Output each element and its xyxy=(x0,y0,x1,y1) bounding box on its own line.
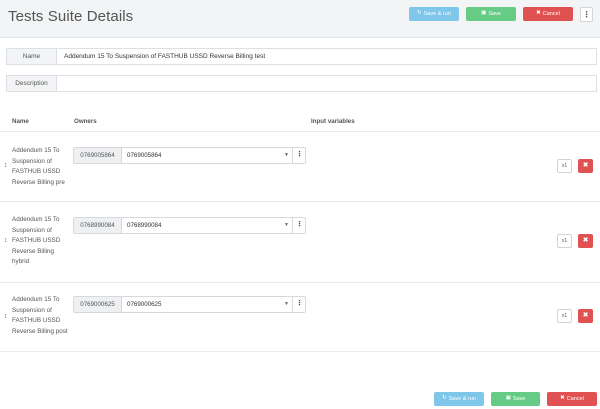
owner-options-button[interactable]: ⋮ xyxy=(292,218,306,233)
row-name: Addendum 15 To Suspension of FASTHUB USS… xyxy=(12,146,74,188)
cancel-button[interactable]: ✖ Cancel xyxy=(523,7,573,21)
column-header-owners: Owners xyxy=(74,118,97,125)
name-input[interactable]: Addendum 15 To Suspension of FASTHUB USS… xyxy=(64,49,265,64)
owner-tag: 0769000625 xyxy=(74,297,122,312)
refresh-icon: ↻ xyxy=(417,10,422,17)
kebab-menu-icon: ⋮ xyxy=(296,151,303,158)
kebab-menu-icon: ⋮ xyxy=(582,10,591,19)
owner-selected-value: 0769000625 xyxy=(127,301,162,308)
drag-handle-icon[interactable]: ↕ xyxy=(4,237,9,244)
close-icon: ✖ xyxy=(560,395,565,402)
table-header-divider xyxy=(0,131,600,132)
owner-tag: 0769005864 xyxy=(74,148,122,163)
row-divider xyxy=(0,201,600,202)
save-and-run-label: Save & run xyxy=(423,11,451,17)
owner-tag: 0768990084 xyxy=(74,218,122,233)
cancel-label: Cancel xyxy=(542,11,560,17)
caret-down-icon[interactable]: ▼ xyxy=(284,148,289,163)
save-and-run-button[interactable]: ↻ Save & run xyxy=(409,7,459,21)
page-title: Tests Suite Details xyxy=(8,8,134,25)
close-icon: ✖ xyxy=(582,237,589,244)
row-name-line: Reverse Billing post xyxy=(12,327,68,335)
multiplier-button[interactable]: x1 xyxy=(557,309,572,323)
row-name-line: Reverse Billing xyxy=(12,247,54,255)
name-field-label: Name xyxy=(7,49,57,64)
caret-down-icon[interactable]: ▼ xyxy=(284,297,289,312)
row-name-line: Addendum 15 To xyxy=(12,296,60,303)
close-icon: ✖ xyxy=(582,312,589,319)
row-name-line: Suspension of xyxy=(12,306,52,314)
multiplier-button[interactable]: x1 xyxy=(557,159,572,173)
owner-select[interactable]: 0769000625 0769000625 ▼ ⋮ xyxy=(73,296,306,313)
row-divider xyxy=(0,282,600,283)
delete-row-button[interactable]: ✖ xyxy=(578,309,593,323)
delete-row-button[interactable]: ✖ xyxy=(578,159,593,173)
owner-options-button[interactable]: ⋮ xyxy=(292,148,306,163)
row-name-line: Suspension of xyxy=(12,157,52,165)
save-icon: ▣ xyxy=(505,395,511,402)
save-label: Save xyxy=(488,11,501,17)
row-name-line: hybrid xyxy=(12,258,30,265)
kebab-menu-icon: ⋮ xyxy=(296,221,303,228)
refresh-icon: ↻ xyxy=(442,395,447,402)
owner-selected-value: 0768990084 xyxy=(127,222,162,229)
row-name-line: FASTHUB USSD xyxy=(12,168,61,175)
kebab-menu-icon: ⋮ xyxy=(296,300,303,307)
row-name-line: FASTHUB USSD xyxy=(12,237,61,244)
owner-options-button[interactable]: ⋮ xyxy=(292,297,306,312)
multiplier-button[interactable]: x1 xyxy=(557,234,572,248)
name-field-row: Name Addendum 15 To Suspension of FASTHU… xyxy=(6,48,597,65)
caret-down-icon[interactable]: ▼ xyxy=(284,218,289,233)
save-icon: ▣ xyxy=(481,10,487,17)
row-name: Addendum 15 To Suspension of FASTHUB USS… xyxy=(12,295,74,337)
row-name-line: Reverse Billing pre xyxy=(12,178,65,186)
page-header: Tests Suite Details ↻ Save & run ▣ Save … xyxy=(0,0,600,38)
save-button[interactable]: ▣ Save xyxy=(466,7,516,21)
footer-save-and-run-button[interactable]: ↻ Save & run xyxy=(434,392,484,406)
save-and-run-label: Save & run xyxy=(448,396,476,402)
description-input[interactable] xyxy=(64,76,594,91)
drag-handle-icon[interactable]: ↕ xyxy=(4,162,9,169)
row-name: Addendum 15 To Suspension of FASTHUB USS… xyxy=(12,215,74,268)
drag-handle-icon[interactable]: ↕ xyxy=(4,313,9,320)
description-field-label: Description xyxy=(7,76,57,91)
row-name-line: Suspension of xyxy=(12,226,52,234)
more-options-button[interactable]: ⋮ xyxy=(580,7,593,22)
owner-selected-value: 0769005864 xyxy=(127,152,162,159)
cancel-label: Cancel xyxy=(566,396,584,402)
close-icon: ✖ xyxy=(582,162,589,169)
owner-select[interactable]: 0768990084 0768990084 ▼ ⋮ xyxy=(73,217,306,234)
footer-cancel-button[interactable]: ✖ Cancel xyxy=(547,392,597,406)
row-name-line: FASTHUB USSD xyxy=(12,317,61,324)
close-icon: ✖ xyxy=(536,10,541,17)
row-name-line: Addendum 15 To xyxy=(12,147,60,154)
owner-select[interactable]: 0769005864 0769005864 ▼ ⋮ xyxy=(73,147,306,164)
column-header-input-variables: Input variables xyxy=(311,118,355,125)
delete-row-button[interactable]: ✖ xyxy=(578,234,593,248)
row-name-line: Addendum 15 To xyxy=(12,216,60,223)
column-header-name: Name xyxy=(12,118,29,125)
footer-save-button[interactable]: ▣ Save xyxy=(491,392,540,406)
description-field-row: Description xyxy=(6,75,597,92)
row-divider xyxy=(0,351,600,352)
save-label: Save xyxy=(512,396,526,402)
